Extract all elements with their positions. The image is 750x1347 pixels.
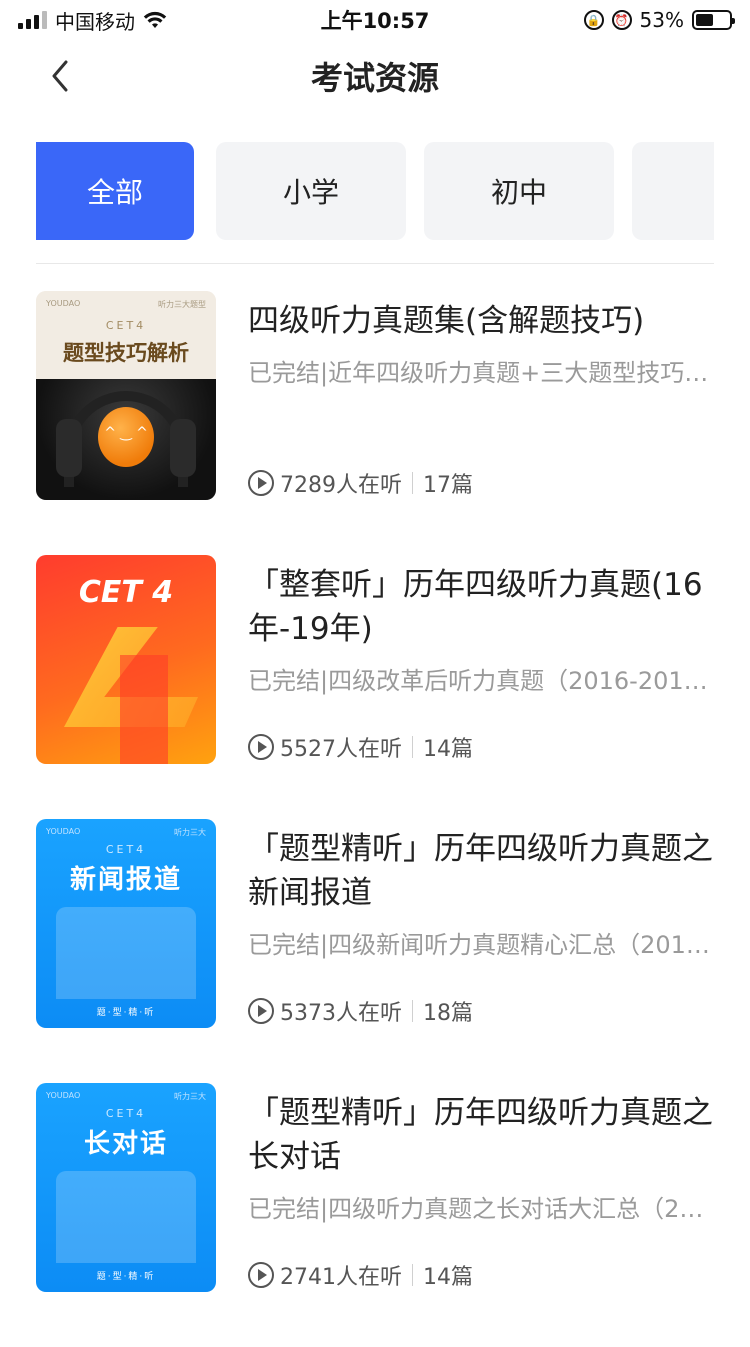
cover-cet: CET 4 [78, 575, 174, 610]
cover-main-text: 长对话 [83, 1129, 168, 1159]
meta-separator [412, 1000, 413, 1022]
item-cover: YOUDAO 听力三大 CET4 新闻报道 题·型·精·听 [36, 819, 216, 1028]
cover-tag: 听力三大 [174, 1092, 206, 1101]
category-tabs: 全部小学初中高 [36, 142, 714, 240]
item-cover: YOUDAO 听力三大 CET4 长对话 题·型·精·听 [36, 1083, 216, 1292]
item-title: 「整套听」历年四级听力真题(16年-19年) [248, 567, 703, 647]
wifi-icon [143, 11, 167, 28]
status-bar: 中国移动 上午10:57 🔒 ⏰ 53% [0, 0, 750, 40]
tab-senior[interactable]: 高 [632, 142, 714, 240]
item-count: 17篇 [423, 473, 473, 498]
item-info: 「整套听」历年四级听力真题(16年-19年) 已完结|四级改革后听力真题（201… [248, 563, 714, 763]
tab-junior[interactable]: 初中 [424, 142, 614, 240]
item-title: 「题型精听」历年四级听力真题之新闻报道 [248, 831, 713, 911]
cover-top: YOUDAO 听力三大题型 CET4 题型技巧解析 [36, 291, 216, 381]
list-item[interactable]: YOUDAO 听力三大 CET4 新闻报道 题·型·精·听 「题型精听」历年四级… [36, 819, 714, 1083]
divider [36, 263, 714, 264]
item-meta: 7289人在听 17篇 [248, 467, 473, 499]
cover-brand: YOUDAO [46, 827, 81, 836]
play-icon [248, 734, 274, 760]
book-icon [56, 1171, 196, 1263]
item-count: 14篇 [423, 737, 473, 762]
item-info: 「题型精听」历年四级听力真题之长对话 已完结|四级听力真题之长对话大汇总（201… [248, 1091, 714, 1291]
list-item[interactable]: YOUDAO 听力三大题型 CET4 题型技巧解析 ^ ‿ ^ 四级听力真题集(… [36, 291, 714, 555]
cover-cet: CET4 [105, 319, 147, 332]
cover-main-text: 新闻报道 [69, 865, 182, 895]
back-button[interactable] [40, 56, 80, 96]
battery-icon [692, 10, 735, 30]
item-listeners: 5527人在听 [280, 737, 402, 762]
meta-separator [412, 472, 413, 494]
tab-primary[interactable]: 小学 [216, 142, 406, 240]
cover-photo: ^ ‿ ^ [36, 379, 216, 500]
battery-fill [696, 14, 713, 26]
cover-foot: 题·型·精·听 [96, 1008, 156, 1018]
list-item[interactable]: YOUDAO 听力三大 CET4 长对话 题·型·精·听 「题型精听」历年四级听… [36, 1083, 714, 1347]
cover-brand: YOUDAO [46, 299, 81, 308]
meta-separator [412, 736, 413, 758]
item-desc: 已完结|四级听力真题之长对话大汇总（2016-2019） [248, 1195, 714, 1223]
item-desc: 已完结|近年四级听力真题+三大题型技巧解析 [248, 359, 714, 387]
chevron-left-icon [52, 60, 68, 92]
item-meta: 5527人在听 14篇 [248, 731, 473, 763]
cover-cet: CET4 [105, 843, 147, 856]
item-count: 18篇 [423, 1001, 473, 1026]
cover-brand: YOUDAO [46, 1091, 81, 1100]
headphone-cup-right [170, 419, 196, 477]
play-icon [248, 998, 274, 1024]
cover-bar-shape [120, 655, 168, 764]
alarm-icon: ⏰ [611, 10, 632, 30]
item-info: 「题型精听」历年四级听力真题之新闻报道 已完结|四级新闻听力真题精心汇总（201… [248, 827, 714, 1027]
meta-separator [412, 1264, 413, 1286]
cover-tag: 听力三大题型 [158, 300, 206, 309]
book-icon [56, 907, 196, 999]
cover-foot: 题·型·精·听 [96, 1272, 156, 1282]
cover-cet: CET4 [105, 1107, 147, 1120]
status-right: 🔒 ⏰ 53% [583, 8, 735, 32]
tab-all[interactable]: 全部 [36, 142, 194, 240]
item-title: 「题型精听」历年四级听力真题之长对话 [248, 1095, 713, 1175]
item-info: 四级听力真题集(含解题技巧) 已完结|近年四级听力真题+三大题型技巧解析 728… [248, 299, 714, 499]
cover-tag: 听力三大 [174, 828, 206, 837]
status-left: 中国移动 [18, 6, 167, 35]
item-listeners: 2741人在听 [280, 1265, 402, 1290]
carrier-label: 中国移动 [55, 9, 135, 34]
orange-face: ^ ‿ ^ [104, 425, 148, 441]
item-cover: YOUDAO 听力三大题型 CET4 题型技巧解析 ^ ‿ ^ [36, 291, 216, 500]
list-item[interactable]: CET 4 「整套听」历年四级听力真题(16年-19年) 已完结|四级改革后听力… [36, 555, 714, 819]
nav-bar: 考试资源 [0, 40, 750, 112]
item-count: 14篇 [423, 1265, 473, 1290]
headphone-cup-left [56, 419, 82, 477]
play-icon [248, 470, 274, 496]
item-title: 四级听力真题集(含解题技巧) [248, 303, 645, 339]
item-listeners: 7289人在听 [280, 473, 402, 498]
status-time: 上午10:57 [320, 9, 430, 33]
signal-icon [18, 11, 47, 29]
item-desc: 已完结|四级改革后听力真题（2016-2019） [248, 667, 714, 695]
item-desc: 已完结|四级新闻听力真题精心汇总（2016-2019） [248, 931, 714, 959]
item-meta: 5373人在听 18篇 [248, 995, 473, 1027]
item-meta: 2741人在听 14篇 [248, 1259, 473, 1291]
rotation-lock-icon: 🔒 [583, 10, 604, 30]
cover-main-text: 题型技巧解析 [63, 341, 189, 365]
battery-percent: 53% [639, 8, 684, 32]
orange-icon: ^ ‿ ^ [98, 407, 154, 467]
resource-list: YOUDAO 听力三大题型 CET4 题型技巧解析 ^ ‿ ^ 四级听力真题集(… [36, 291, 714, 1347]
item-listeners: 5373人在听 [280, 1001, 402, 1026]
play-icon [248, 1262, 274, 1288]
page-title: 考试资源 [310, 59, 439, 97]
item-cover: CET 4 [36, 555, 216, 764]
